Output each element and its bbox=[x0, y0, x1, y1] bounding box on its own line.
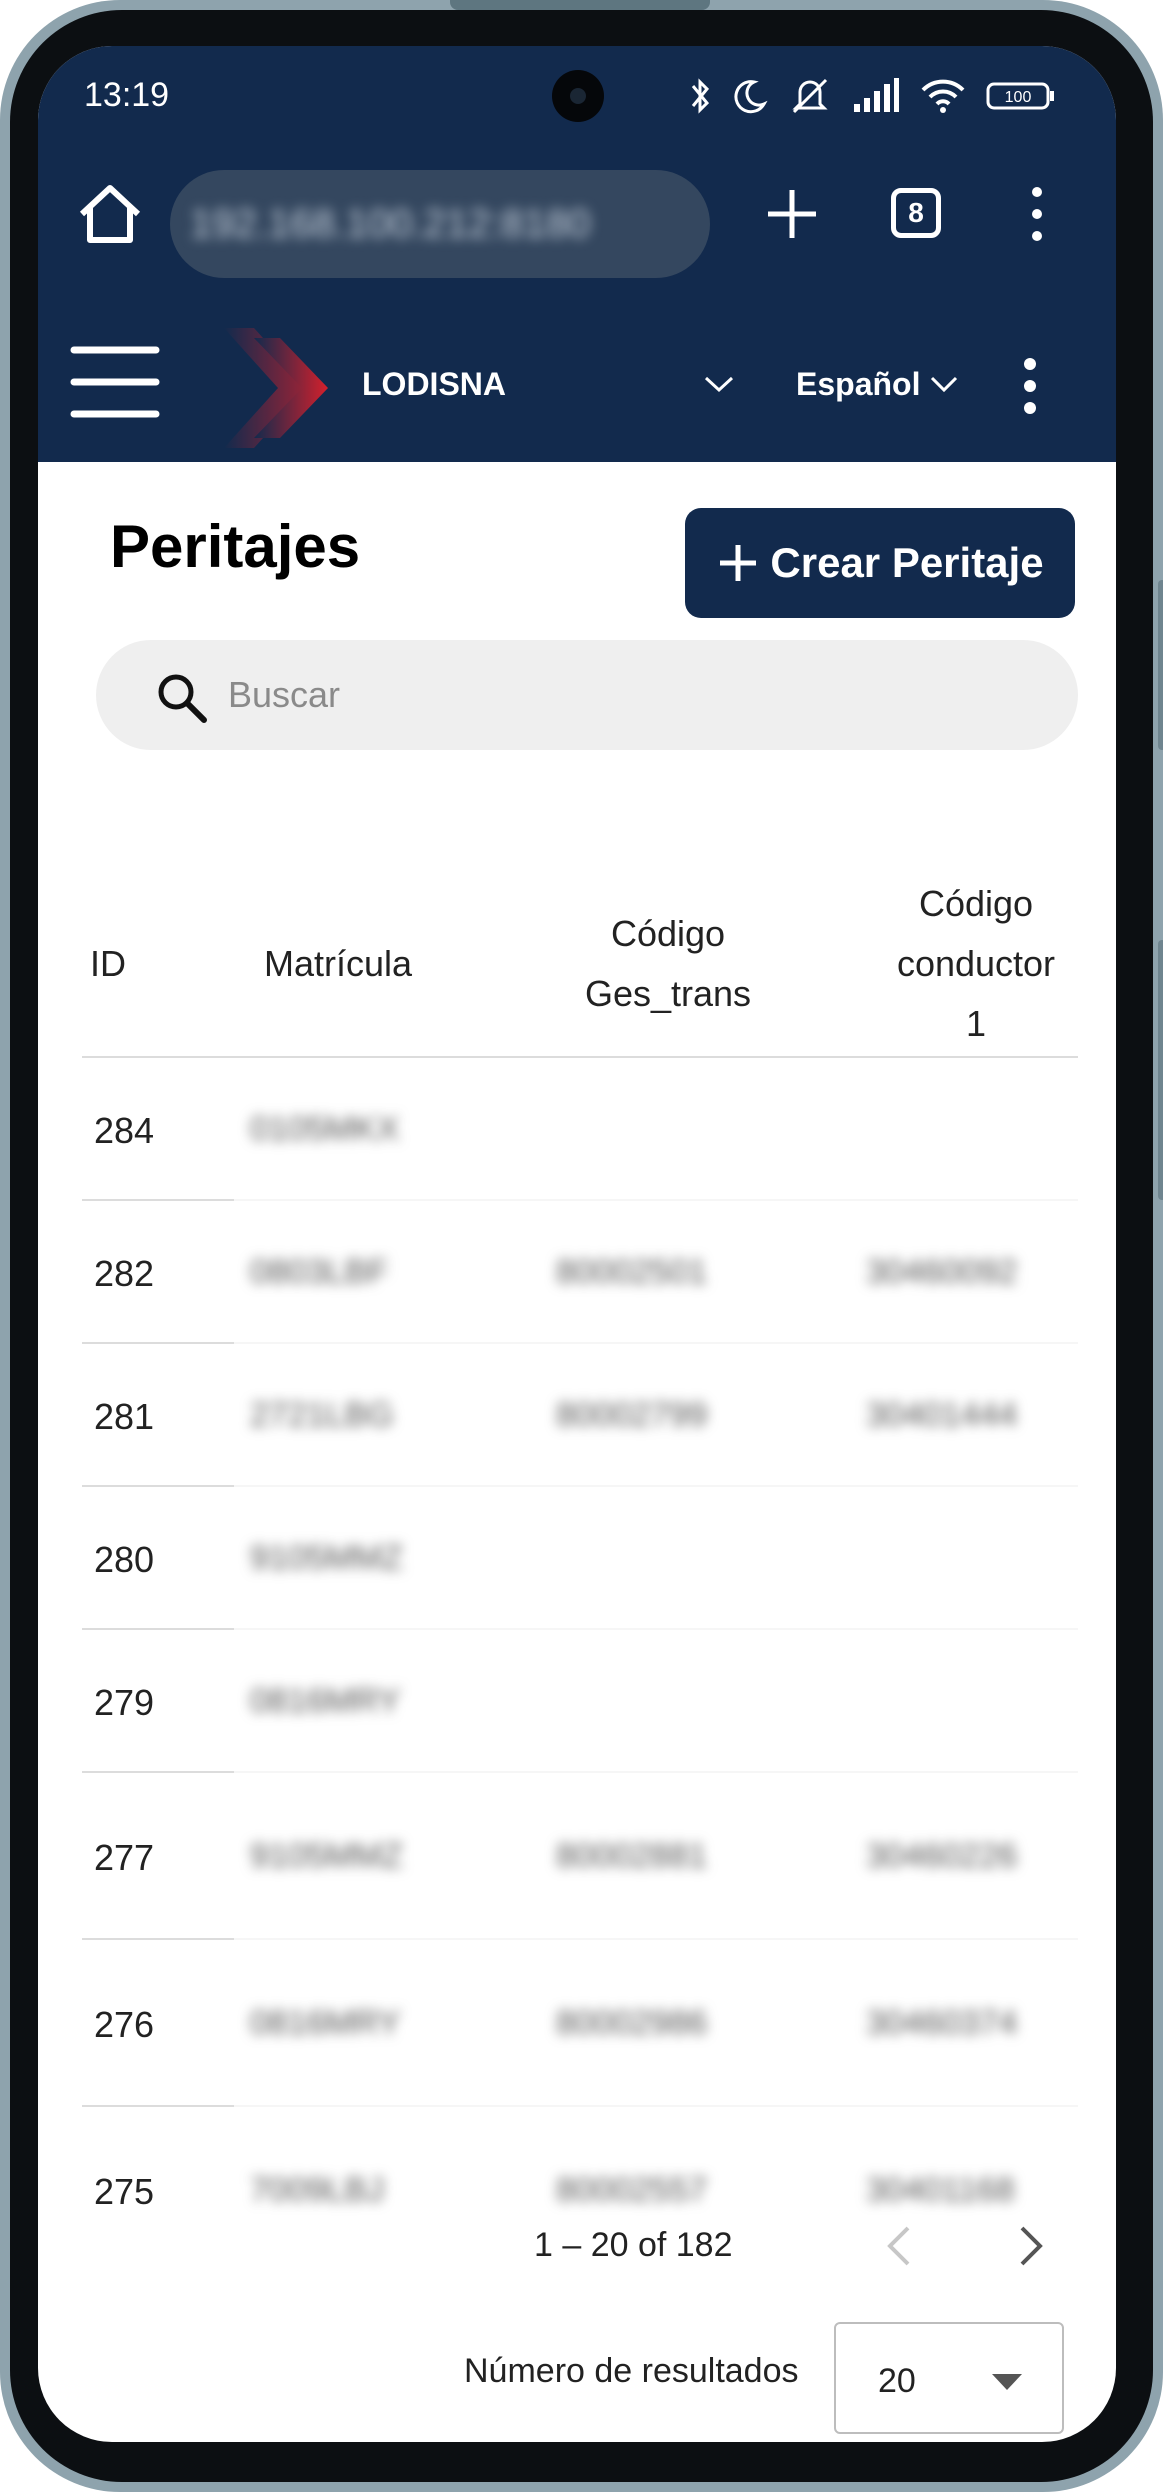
app-bar: LODISNA Español bbox=[38, 306, 1116, 462]
table-row[interactable]: 279 0816MRY bbox=[82, 1630, 1078, 1773]
phone-top-edge bbox=[450, 0, 710, 10]
row-id: 276 bbox=[94, 2004, 155, 2045]
table-row[interactable]: 280 9105MMZ bbox=[82, 1487, 1078, 1630]
table-row[interactable]: 282 0803LBF 80002501 30460092 bbox=[82, 1201, 1078, 1344]
table-row[interactable]: 276 0816MRY 80002986 30460374 bbox=[82, 1940, 1078, 2107]
cell-conductor: 30401168 bbox=[866, 2171, 1015, 2209]
row-id: 279 bbox=[94, 1682, 155, 1723]
row-id: 280 bbox=[94, 1539, 155, 1580]
address-bar[interactable]: 192.168.100.212:8180 bbox=[170, 170, 710, 278]
create-peritaje-button[interactable]: Crear Peritaje bbox=[685, 508, 1075, 618]
more-vert-icon[interactable] bbox=[1018, 356, 1042, 416]
cell-conductor: 30460092 bbox=[866, 1253, 1018, 1291]
page-size-value: 20 bbox=[878, 2362, 916, 2400]
header-line: Ges_trans bbox=[584, 973, 752, 1014]
column-header-codigo-conductor[interactable]: Código conductor 1 bbox=[856, 874, 1096, 1054]
cell-matricula: 0816MRY bbox=[250, 1682, 401, 1720]
cell-matricula: 0803LBF bbox=[250, 1253, 388, 1291]
plus-icon bbox=[720, 545, 757, 581]
moon-icon bbox=[734, 80, 768, 114]
page-title: Peritajes bbox=[110, 513, 361, 580]
company-selector[interactable]: LODISNA bbox=[362, 366, 506, 403]
front-camera bbox=[552, 70, 604, 122]
header: 13:19 100 192.168.100.212:8180 8 LODISNA… bbox=[38, 46, 1116, 462]
company-logo bbox=[224, 328, 328, 448]
url-text: 192.168.100.212:8180 bbox=[190, 202, 591, 246]
volume-button bbox=[1158, 580, 1163, 750]
menu-icon[interactable] bbox=[70, 342, 160, 422]
column-header-id[interactable]: ID bbox=[90, 934, 126, 994]
page-size-label: Número de resultados bbox=[464, 2352, 799, 2390]
row-id: 282 bbox=[94, 1253, 155, 1294]
plus-icon[interactable] bbox=[764, 186, 820, 242]
language-selector[interactable]: Español bbox=[796, 366, 920, 403]
pagination-range: 1 – 20 of 182 bbox=[534, 2226, 733, 2264]
cell-ges-trans: 80002501 bbox=[556, 1253, 708, 1291]
battery-level: 100 bbox=[1005, 89, 1032, 106]
header-line: conductor bbox=[896, 943, 1056, 984]
cell-matricula: 0105MKX bbox=[250, 1110, 400, 1148]
power-button bbox=[1158, 940, 1163, 1200]
tab-switcher-button[interactable]: 8 bbox=[891, 188, 941, 238]
screen: 13:19 100 192.168.100.212:8180 8 LODISNA… bbox=[38, 46, 1116, 2442]
row-id: 277 bbox=[94, 1837, 155, 1878]
cell-matricula: 2721LBG bbox=[250, 1396, 394, 1434]
cell-conductor: 30460226 bbox=[866, 1837, 1018, 1875]
mute-bell-icon bbox=[792, 78, 828, 114]
cell-matricula: 0816MRY bbox=[250, 2004, 401, 2042]
phone-frame: 13:19 100 192.168.100.212:8180 8 LODISNA… bbox=[0, 0, 1163, 2492]
browser-menu-icon[interactable] bbox=[1022, 184, 1052, 244]
header-line: Código bbox=[918, 883, 1034, 924]
status-icons: 100 bbox=[690, 76, 1056, 116]
cell-conductor: 30460374 bbox=[866, 2004, 1018, 2042]
header-line: Código bbox=[610, 913, 726, 954]
search-icon bbox=[158, 674, 207, 723]
cell-matricula: 7009LBJ bbox=[250, 2171, 385, 2209]
column-header-matricula[interactable]: Matrícula bbox=[264, 934, 412, 994]
status-bar: 13:19 100 bbox=[38, 46, 1116, 146]
bluetooth-icon bbox=[691, 78, 710, 114]
dropdown-arrow-icon bbox=[992, 2374, 1022, 2390]
status-time: 13:19 bbox=[84, 76, 170, 114]
home-icon[interactable] bbox=[72, 178, 148, 254]
search-input[interactable] bbox=[228, 640, 1048, 750]
search-bar bbox=[96, 640, 1078, 750]
create-button-label: Crear Peritaje bbox=[770, 539, 1044, 586]
column-header-codigo-ges-trans[interactable]: Código Ges_trans bbox=[548, 904, 788, 1024]
row-id: 284 bbox=[94, 1110, 155, 1151]
row-id: 281 bbox=[94, 1396, 155, 1437]
battery-icon: 100 bbox=[986, 82, 1054, 110]
wifi-icon bbox=[921, 79, 965, 113]
table-row[interactable]: 284 0105MKX bbox=[82, 1058, 1078, 1201]
cell-matricula: 9105MMZ bbox=[250, 1837, 404, 1875]
chevron-down-icon[interactable] bbox=[930, 374, 958, 394]
chevron-right-icon[interactable] bbox=[1010, 2222, 1050, 2270]
table-row[interactable]: 281 2721LBG 80002799 30401444 bbox=[82, 1344, 1078, 1487]
header-line: 1 bbox=[965, 1003, 987, 1044]
cell-conductor: 30401444 bbox=[866, 1396, 1018, 1434]
cell-matricula: 9105MMZ bbox=[250, 1539, 404, 1577]
page-size-select[interactable]: 20 bbox=[834, 2322, 1064, 2434]
chevron-left-icon[interactable] bbox=[880, 2222, 920, 2270]
cell-ges-trans: 80002986 bbox=[556, 2004, 708, 2042]
cell-ges-trans: 80002557 bbox=[556, 2171, 708, 2209]
cell-ges-trans: 80002799 bbox=[556, 1396, 708, 1434]
row-id: 275 bbox=[94, 2171, 155, 2212]
cell-ges-trans: 80002881 bbox=[556, 1837, 708, 1875]
signal-icon bbox=[854, 78, 899, 112]
table-row[interactable]: 277 9105MMZ 80002881 30460226 bbox=[82, 1773, 1078, 1940]
browser-toolbar: 192.168.100.212:8180 8 bbox=[38, 156, 1116, 278]
chevron-down-icon[interactable] bbox=[704, 374, 734, 394]
